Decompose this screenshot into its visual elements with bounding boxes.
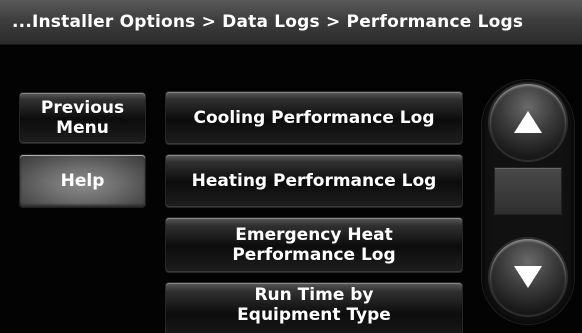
cooling-label: Cooling Performance Log: [193, 108, 435, 128]
arrow-up-icon: [514, 111, 542, 133]
arrow-down-icon: [514, 266, 542, 288]
emergency-label-line2: Performance Log: [232, 245, 396, 265]
scroll-up-button[interactable]: [490, 84, 566, 160]
heating-label: Heating Performance Log: [191, 171, 437, 191]
help-label: Help: [60, 171, 105, 191]
help-button[interactable]: Help: [20, 155, 145, 207]
header-bar: ...Installer Options > Data Logs > Perfo…: [0, 0, 582, 45]
runtime-label-line2: Equipment Type: [237, 305, 391, 325]
emergency-heat-performance-log-button[interactable]: Emergency Heat Performance Log: [166, 218, 462, 272]
heating-performance-log-button[interactable]: Heating Performance Log: [166, 155, 462, 207]
emergency-label-line1: Emergency Heat: [235, 225, 393, 245]
previous-menu-label-line1: Previous: [40, 98, 125, 118]
previous-menu-label-line2: Menu: [56, 118, 109, 138]
breadcrumb: ...Installer Options > Data Logs > Perfo…: [12, 12, 524, 32]
previous-menu-button[interactable]: Previous Menu: [20, 93, 145, 143]
runtime-label-line1: Run Time by: [254, 285, 374, 305]
thermostat-screen: ...Installer Options > Data Logs > Perfo…: [0, 0, 582, 333]
scroll-down-button[interactable]: [490, 239, 566, 315]
scroll-thumb[interactable]: [495, 168, 561, 214]
cooling-performance-log-button[interactable]: Cooling Performance Log: [166, 92, 462, 144]
run-time-by-equipment-type-button[interactable]: Run Time by Equipment Type: [166, 283, 462, 333]
